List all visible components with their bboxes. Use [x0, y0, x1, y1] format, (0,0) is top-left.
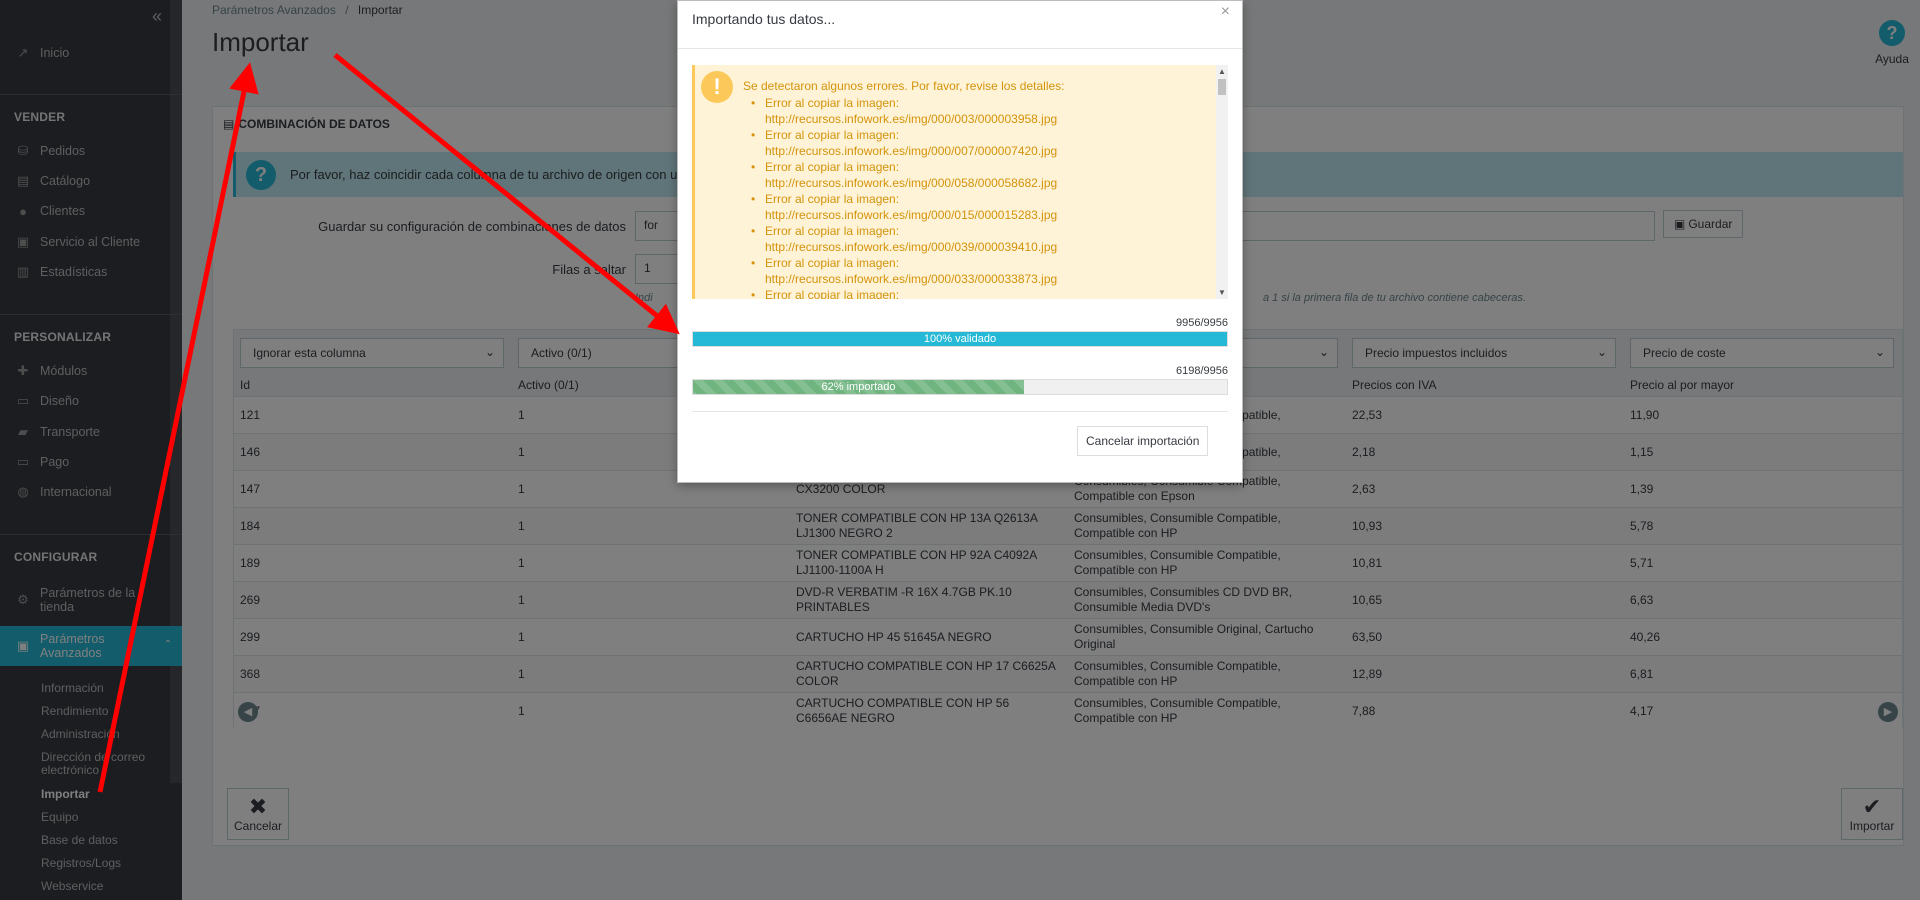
validated-count: 9956/9956 [1176, 317, 1228, 329]
error-url: http://recursos.infowork.es/img/000/033/… [765, 272, 1058, 286]
error-list-scrollbar[interactable]: ▲ ▼ [1216, 65, 1228, 299]
error-prefix: Error al copiar la imagen: [765, 288, 900, 299]
import-progress-modal: Importando tus datos... × ! Se detectaro… [677, 0, 1243, 483]
error-item: Error al copiar la imagen: http://recurso… [751, 127, 1195, 159]
modal-separator [692, 411, 1228, 412]
error-prefix: Error al copiar la imagen: [765, 128, 900, 142]
warning-message: Se detectaron algunos errores. Por favor… [743, 79, 1065, 93]
error-url: http://recursos.infowork.es/img/000/015/… [765, 208, 1058, 222]
error-prefix: Error al copiar la imagen: [765, 256, 900, 270]
arrow-down-icon[interactable]: ▼ [1218, 288, 1226, 297]
warning-icon: ! [701, 71, 733, 103]
error-item: Error al copiar la imagen: [751, 287, 1195, 299]
cancel-import-button[interactable]: Cancelar importación [1077, 426, 1209, 456]
error-prefix: Error al copiar la imagen: [765, 160, 900, 174]
error-prefix: Error al copiar la imagen: [765, 224, 900, 238]
error-item: Error al copiar la imagen: http://recurso… [751, 223, 1195, 255]
scrollbar-thumb[interactable] [1218, 79, 1226, 95]
error-url: http://recursos.infowork.es/img/000/039/… [765, 240, 1058, 254]
close-icon[interactable]: × [1221, 3, 1230, 21]
imported-count: 6198/9956 [1176, 365, 1228, 377]
error-item: Error al copiar la imagen: http://recurso… [751, 191, 1195, 223]
error-list: Error al copiar la imagen: http://recurso… [751, 95, 1195, 299]
error-url: http://recursos.infowork.es/img/000/007/… [765, 144, 1058, 158]
error-prefix: Error al copiar la imagen: [765, 192, 900, 206]
error-alert: ! Se detectaron algunos errores. Por fav… [692, 65, 1228, 299]
error-item: Error al copiar la imagen: http://recurso… [751, 95, 1195, 127]
validated-progress-fill: 100% validado [693, 332, 1227, 346]
error-item: Error al copiar la imagen: http://recurso… [751, 159, 1195, 191]
validated-progress-bar: 100% validado [692, 331, 1228, 347]
modal-title: Importando tus datos... [692, 11, 836, 27]
imported-progress-fill: 62% importado [693, 380, 1025, 394]
arrow-up-icon[interactable]: ▲ [1218, 67, 1226, 76]
imported-progress-bar: 62% importado [692, 379, 1228, 395]
error-url: http://recursos.infowork.es/img/000/003/… [765, 112, 1058, 126]
modal-separator [678, 48, 1242, 49]
error-prefix: Error al copiar la imagen: [765, 96, 900, 110]
error-item: Error al copiar la imagen: http://recurso… [751, 255, 1195, 287]
error-url: http://recursos.infowork.es/img/000/058/… [765, 176, 1058, 190]
